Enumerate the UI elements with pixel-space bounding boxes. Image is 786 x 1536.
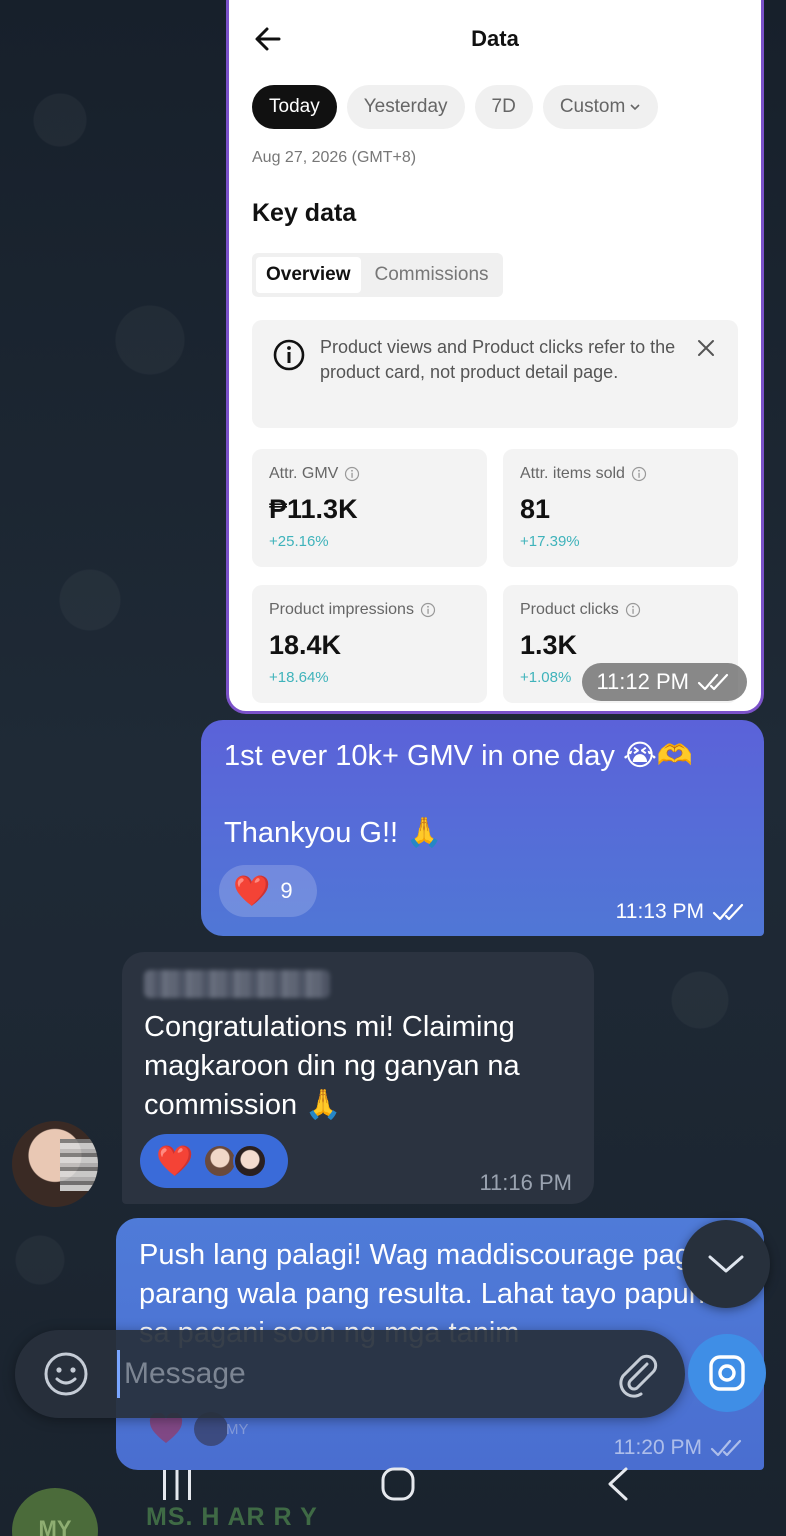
message-text-line: Thankyou G!! 🙏 bbox=[224, 817, 443, 849]
metric-label: Attr. GMV bbox=[269, 465, 360, 483]
emoji-icon[interactable] bbox=[43, 1351, 89, 1397]
metric-card-impressions: Product impressions 18.4K +18.64% bbox=[252, 585, 487, 703]
screenshot-image-message[interactable]: Data Today Yesterday 7D Custom Aug 27, 2… bbox=[226, 0, 764, 714]
camera-button[interactable] bbox=[688, 1334, 766, 1412]
avatar-blur bbox=[60, 1139, 98, 1191]
message-text-line: 1st ever 10k+ GMV in one day 😭🫶 bbox=[224, 740, 693, 772]
paperclip-icon[interactable] bbox=[613, 1350, 661, 1398]
metric-label-text: Attr. items sold bbox=[520, 465, 625, 482]
chip-yesterday: Yesterday bbox=[346, 85, 465, 129]
reaction-pill[interactable]: ❤️ bbox=[140, 1134, 288, 1188]
sender-avatar[interactable] bbox=[12, 1121, 98, 1207]
metric-change: +18.64% bbox=[269, 669, 329, 686]
metric-label-text: Product clicks bbox=[520, 601, 619, 618]
info-small-icon bbox=[420, 602, 436, 618]
message-input[interactable] bbox=[117, 1350, 587, 1398]
metric-change: +17.39% bbox=[520, 533, 580, 550]
chevron-down-icon bbox=[708, 1255, 744, 1273]
metric-label-text: Product impressions bbox=[269, 601, 414, 618]
reactor-initials: MY bbox=[226, 1420, 249, 1438]
reaction-pill[interactable]: ❤️ 9 bbox=[219, 865, 317, 917]
chip-custom: Custom bbox=[542, 85, 659, 129]
timestamp-text: 11:20 PM bbox=[613, 1436, 702, 1459]
tab-overview: Overview bbox=[256, 257, 361, 293]
tab-commissions: Commissions bbox=[374, 264, 489, 285]
sender-name-blurred bbox=[144, 970, 330, 998]
metric-value: 1.3K bbox=[520, 630, 578, 660]
recent-apps-icon[interactable] bbox=[160, 1468, 194, 1502]
chip-today: Today bbox=[252, 85, 337, 129]
scroll-to-bottom-button[interactable] bbox=[682, 1220, 770, 1308]
chevron-down-icon bbox=[630, 104, 640, 111]
key-data-heading: Key data bbox=[252, 199, 357, 227]
double-check-icon bbox=[697, 673, 729, 691]
metric-card-gmv: Attr. GMV ₱11.3K +25.16% bbox=[252, 449, 487, 567]
message-text: Congratulations mi! Claiming magkaroon d… bbox=[144, 1011, 520, 1121]
timestamp-text: 11:12 PM bbox=[596, 669, 689, 694]
metric-change: +25.16% bbox=[269, 533, 329, 550]
metric-card-items-sold: Attr. items sold 81 +17.39% bbox=[503, 449, 738, 567]
heart-reaction-icon: ❤️ bbox=[233, 874, 271, 908]
message-timestamp: 11:20 PM bbox=[614, 1436, 746, 1460]
info-icon bbox=[273, 339, 305, 371]
chip-7d: 7D bbox=[474, 85, 533, 129]
sender-avatar[interactable]: MY bbox=[12, 1488, 98, 1536]
timestamp-text: 11:13 PM bbox=[615, 900, 704, 923]
double-check-icon bbox=[710, 1439, 742, 1457]
metric-value: 81 bbox=[520, 494, 551, 524]
info-small-icon bbox=[631, 466, 647, 482]
screenshot-header: Data bbox=[229, 22, 761, 56]
screenshot-title: Data bbox=[471, 26, 519, 51]
metric-value: ₱11.3K bbox=[269, 494, 358, 524]
double-check-icon bbox=[712, 903, 744, 921]
reactor-avatar bbox=[233, 1144, 268, 1178]
metric-label: Product impressions bbox=[269, 601, 436, 619]
message-composer bbox=[15, 1330, 685, 1418]
screenshot-date: Aug 27, 2026 (GMT+8) bbox=[252, 149, 417, 166]
metric-label: Product clicks bbox=[520, 601, 641, 619]
back-icon[interactable] bbox=[604, 1466, 632, 1502]
date-range-chips: Today Yesterday 7D Custom bbox=[252, 85, 659, 129]
camera-icon bbox=[709, 1355, 745, 1391]
metric-change: +1.08% bbox=[520, 669, 572, 686]
home-icon[interactable] bbox=[380, 1466, 416, 1502]
metric-label: Attr. items sold bbox=[520, 465, 647, 483]
close-icon bbox=[698, 340, 714, 356]
overview-tabs: Overview Commissions bbox=[252, 253, 503, 297]
metric-label-text: Attr. GMV bbox=[269, 465, 339, 482]
heart-reaction-icon: ❤️ bbox=[156, 1144, 194, 1178]
reactor-avatar bbox=[203, 1144, 238, 1178]
metric-value: 18.4K bbox=[269, 630, 342, 660]
info-small-icon bbox=[345, 466, 360, 482]
notice-text: Product views and Product clicks refer t… bbox=[320, 337, 676, 382]
info-small-icon bbox=[625, 602, 640, 618]
chip-custom-label: Custom bbox=[559, 96, 626, 117]
outgoing-message[interactable]: 1st ever 10k+ GMV in one day 😭🫶 Thankyou… bbox=[201, 720, 764, 936]
incoming-message[interactable]: Congratulations mi! Claiming magkaroon d… bbox=[122, 952, 594, 1204]
sender-name: MS. H AR R Y bbox=[146, 1503, 318, 1531]
reaction-count: 9 bbox=[280, 878, 293, 903]
info-notice: Product views and Product clicks refer t… bbox=[252, 320, 738, 428]
message-timestamp: 11:13 PM bbox=[616, 900, 748, 924]
message-timestamp: 11:16 PM bbox=[479, 1170, 572, 1195]
message-timestamp: 11:12 PM bbox=[582, 663, 747, 701]
